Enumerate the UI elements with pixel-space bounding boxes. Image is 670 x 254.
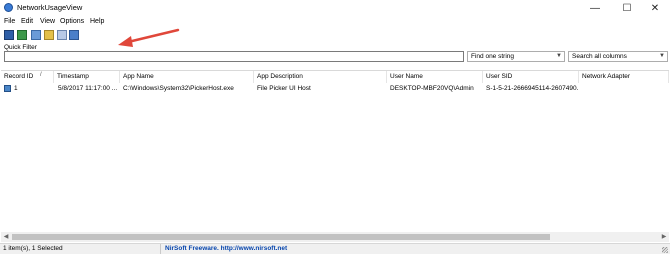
column-header-label: App Name: [123, 73, 154, 80]
column-header-label: Record ID: [4, 73, 34, 80]
scroll-left-icon[interactable]: ◀: [1, 232, 11, 242]
column-header-app-description[interactable]: App Description: [254, 71, 387, 83]
scroll-right-icon[interactable]: ▶: [659, 232, 669, 242]
status-item-count: 1 item(s), 1 Selected: [3, 245, 63, 252]
status-bar: 1 item(s), 1 Selected NirSoft Freeware. …: [0, 243, 670, 254]
cell-user-sid: S-1-5-21-2666945114-2607490...: [486, 85, 578, 92]
quick-filter-label: Quick Filter: [4, 44, 37, 51]
cell-app-name: C:\Windows\System32\PickerHost.exe: [123, 85, 234, 92]
cell-timestamp: 5/8/2017 11:17:00 ...: [58, 85, 118, 92]
column-header-label: App Description: [257, 73, 303, 80]
column-header-user-sid[interactable]: User SID: [483, 71, 579, 83]
horizontal-scrollbar[interactable]: ◀ ▶: [1, 232, 669, 242]
cell-user-name: DESKTOP-MBF20VQ\Admin: [390, 85, 474, 92]
chevron-down-icon: ▼: [659, 53, 665, 59]
filter-mode-value: Find one string: [471, 53, 514, 60]
column-header-record-id[interactable]: Record ID /: [1, 71, 54, 83]
column-header-app-name[interactable]: App Name: [120, 71, 254, 83]
column-header-timestamp[interactable]: Timestamp: [54, 71, 120, 83]
scrollbar-thumb[interactable]: [12, 234, 550, 240]
table-row[interactable]: 1 5/8/2017 11:17:00 ... C:\Windows\Syste…: [1, 84, 669, 94]
quick-filter-input[interactable]: [4, 51, 464, 62]
column-header-user-name[interactable]: User Name: [387, 71, 483, 83]
resize-grip-icon[interactable]: [662, 247, 668, 253]
column-header-label: Timestamp: [57, 73, 89, 80]
chevron-down-icon: ▼: [556, 53, 562, 59]
filter-scope-select[interactable]: Search all columns ▼: [568, 51, 668, 62]
filter-scope-value: Search all columns: [572, 53, 627, 60]
sort-indicator-icon: /: [40, 72, 42, 78]
results-table: Record ID / Timestamp App Name App Descr…: [1, 70, 669, 233]
cell-app-description: File Picker UI Host: [257, 85, 311, 92]
record-icon: [4, 85, 11, 92]
nirsoft-link[interactable]: NirSoft Freeware. http://www.nirsoft.net: [165, 245, 287, 252]
filter-mode-select[interactable]: Find one string ▼: [467, 51, 565, 62]
column-header-label: User Name: [390, 73, 423, 80]
column-header-network-adapter[interactable]: Network Adapter: [579, 71, 669, 83]
cell-record-id: 1: [14, 85, 18, 92]
column-header-label: User SID: [486, 73, 513, 80]
column-header-label: Network Adapter: [582, 73, 631, 80]
